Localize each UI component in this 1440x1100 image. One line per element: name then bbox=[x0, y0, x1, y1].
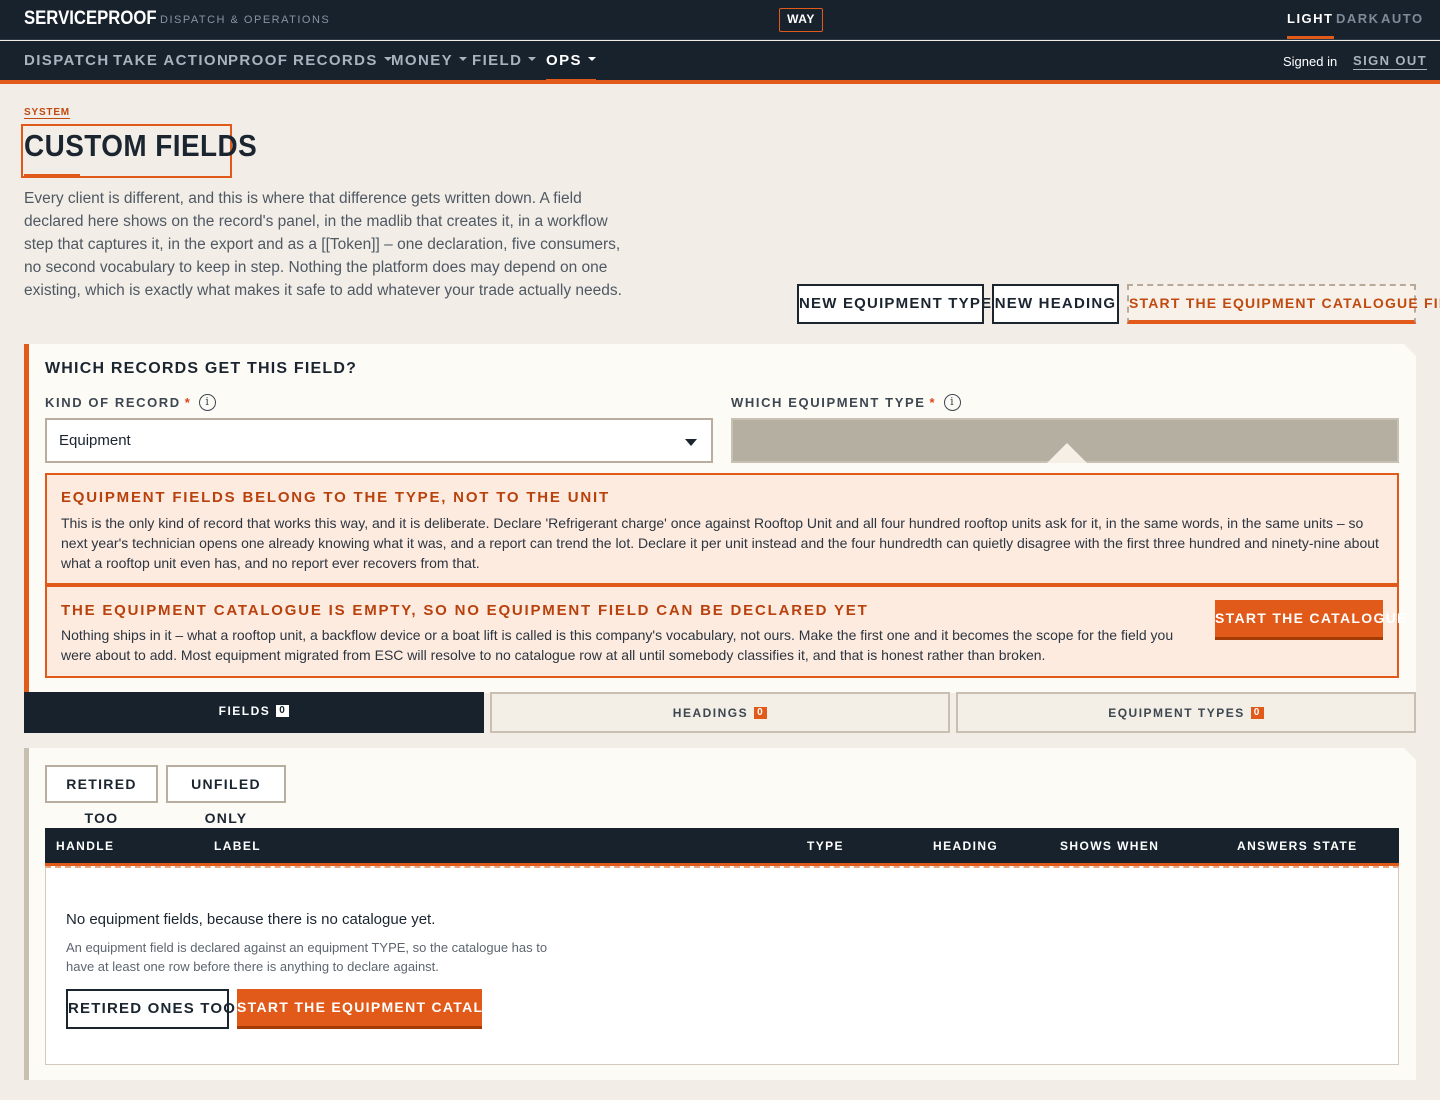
nav-records[interactable]: RECORDS bbox=[293, 52, 392, 69]
fields-table-header: HANDLE LABEL TYPE HEADING SHOWS WHEN ANS… bbox=[45, 828, 1399, 866]
kind-of-record-value: Equipment bbox=[59, 432, 131, 449]
tab-equipment-types-count: 0 bbox=[1250, 706, 1264, 719]
start-catalogue-button[interactable]: START THE CATALOGUE bbox=[1215, 600, 1406, 640]
notice-body: Nothing ships in it – what a rooftop uni… bbox=[61, 627, 1174, 663]
empty-state-body: An equipment field is declared against a… bbox=[66, 940, 548, 974]
nav-take-action-label: TAKE ACTION bbox=[113, 52, 230, 69]
tab-equipment-types-label: EQUIPMENT TYPES bbox=[1108, 706, 1245, 720]
top-bar: SERVICEPROOF DISPATCH & OPERATIONS WAY L… bbox=[0, 0, 1440, 40]
nav-proof-label: PROOF bbox=[228, 52, 289, 69]
col-shows-when[interactable]: SHOWS WHEN bbox=[1060, 839, 1159, 853]
equipment-type-label: WHICH EQUIPMENT TYPE * i bbox=[731, 394, 962, 412]
chevron-down-icon bbox=[528, 57, 537, 62]
kind-of-record-select[interactable]: Equipment bbox=[45, 418, 713, 463]
tab-fields[interactable]: FIELDS 0 bbox=[24, 692, 484, 733]
chevron-down-icon bbox=[459, 57, 468, 62]
brand-logo[interactable]: SERVICEPROOF bbox=[24, 8, 157, 30]
kind-of-record-label-text: KIND OF RECORD bbox=[45, 395, 181, 410]
retired-too-filter[interactable]: RETIRED TOO bbox=[45, 765, 158, 826]
nav-take-action[interactable]: TAKE ACTION bbox=[113, 52, 229, 69]
fields-table-empty: No equipment fields, because there is no… bbox=[45, 866, 1399, 1065]
col-label[interactable]: LABEL bbox=[214, 839, 261, 853]
empty-catalogue-notice: THE EQUIPMENT CATALOGUE IS EMPTY, SO NO … bbox=[45, 585, 1406, 678]
new-heading-button[interactable]: NEW HEADING bbox=[992, 284, 1119, 324]
main-nav: DISPATCH TAKE ACTION PROOF RECORDS MONEY… bbox=[0, 41, 1440, 84]
equipment-type-label-text: WHICH EQUIPMENT TYPE bbox=[731, 395, 926, 410]
breadcrumb[interactable]: SYSTEM bbox=[24, 107, 70, 119]
nav-ops[interactable]: OPS bbox=[546, 52, 596, 84]
nav-field-label: FIELD bbox=[472, 52, 523, 69]
kind-of-record-label: KIND OF RECORD * i bbox=[45, 394, 217, 412]
scope-heading: WHICH RECORDS GET THIS FIELD? bbox=[45, 360, 358, 377]
card-corner bbox=[1404, 748, 1416, 760]
start-equipment-catalogue-button[interactable]: START THE EQUIPMENT CATALOGUE bbox=[237, 989, 529, 1029]
title-underline bbox=[24, 174, 80, 178]
page-title: CUSTOM FIELDS bbox=[24, 128, 258, 163]
chevron-down-icon bbox=[587, 57, 596, 62]
theme-light-button[interactable]: LIGHT bbox=[1287, 11, 1334, 39]
nav-dispatch-label: DISPATCH bbox=[24, 52, 110, 69]
way-badge[interactable]: WAY bbox=[779, 8, 823, 32]
info-icon[interactable]: i bbox=[199, 394, 217, 412]
theme-auto-button[interactable]: AUTO bbox=[1381, 11, 1424, 26]
tab-equipment-types[interactable]: EQUIPMENT TYPES 0 bbox=[956, 692, 1416, 733]
theme-dark-button[interactable]: DARK bbox=[1336, 11, 1380, 26]
required-mark: * bbox=[184, 395, 192, 410]
nav-money-label: MONEY bbox=[391, 52, 454, 69]
sign-out-link[interactable]: SIGN OUT bbox=[1353, 53, 1428, 70]
type-not-unit-notice: EQUIPMENT FIELDS BELONG TO THE TYPE, NOT… bbox=[45, 473, 1399, 585]
empty-state-title: No equipment fields, because there is no… bbox=[66, 911, 436, 928]
unfiled-only-filter[interactable]: UNFILED ONLY bbox=[166, 765, 286, 826]
tab-headings-count: 0 bbox=[754, 706, 768, 719]
required-mark: * bbox=[929, 395, 937, 410]
start-catalogue-first-button[interactable]: START THE EQUIPMENT CATALOGUE FIRST bbox=[1127, 284, 1440, 324]
nav-dispatch[interactable]: DISPATCH bbox=[24, 52, 110, 69]
dropdown-caret-icon bbox=[685, 439, 697, 446]
nav-records-label: RECORDS bbox=[293, 52, 378, 69]
retired-ones-too-button[interactable]: RETIRED ONES TOO bbox=[66, 989, 235, 1029]
col-type[interactable]: TYPE bbox=[807, 839, 844, 853]
col-answers[interactable]: ANSWERS bbox=[1237, 839, 1308, 853]
nav-field[interactable]: FIELD bbox=[472, 52, 537, 69]
tab-headings-label: HEADINGS bbox=[672, 706, 749, 720]
brand-subtitle: DISPATCH & OPERATIONS bbox=[160, 14, 331, 26]
card-corner bbox=[1404, 344, 1416, 356]
page-description: Every client is different, and this is w… bbox=[24, 190, 622, 299]
notice-body: This is the only kind of record that wor… bbox=[61, 515, 1379, 571]
notice-title: EQUIPMENT FIELDS BELONG TO THE TYPE, NOT… bbox=[61, 489, 610, 506]
new-equipment-type-button[interactable]: NEW EQUIPMENT TYPE bbox=[797, 284, 991, 324]
equipment-type-select bbox=[731, 418, 1399, 463]
tab-fields-label: FIELDS bbox=[218, 704, 271, 718]
nav-ops-label: OPS bbox=[546, 52, 582, 69]
notice-title: THE EQUIPMENT CATALOGUE IS EMPTY, SO NO … bbox=[61, 602, 869, 619]
tab-headings[interactable]: HEADINGS 0 bbox=[490, 692, 950, 733]
nav-money[interactable]: MONEY bbox=[391, 52, 468, 69]
col-heading[interactable]: HEADING bbox=[933, 839, 998, 853]
info-icon[interactable]: i bbox=[944, 394, 962, 412]
tab-fields-count: 0 bbox=[276, 704, 290, 717]
col-state[interactable]: STATE bbox=[1313, 839, 1358, 853]
popover-pointer bbox=[1047, 443, 1087, 463]
signed-in-status: Signed in bbox=[1283, 54, 1338, 69]
nav-proof[interactable]: PROOF bbox=[228, 52, 288, 69]
col-handle[interactable]: HANDLE bbox=[56, 839, 114, 853]
